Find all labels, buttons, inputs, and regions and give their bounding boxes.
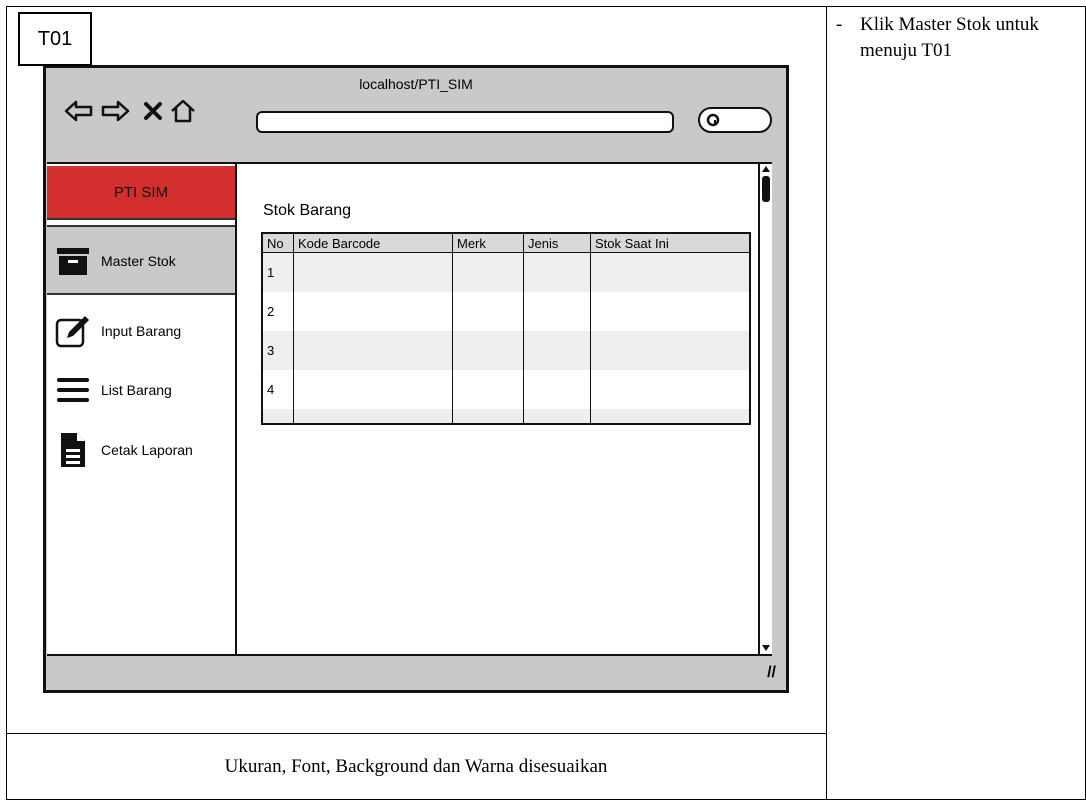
table-cell	[523, 370, 591, 409]
table-filler-row	[262, 409, 750, 424]
table-cell	[293, 370, 453, 409]
sidebar-item-cetak-laporan[interactable]: Cetak Laporan	[55, 428, 193, 472]
status-bar: //	[46, 658, 786, 690]
table-row[interactable]: 2	[262, 292, 750, 331]
table-row[interactable]: 4	[262, 370, 750, 409]
table-cell	[523, 252, 591, 292]
row-number: 4	[262, 370, 294, 409]
sidebar: PTI SIM Master Stok Input Barang List Ba…	[47, 164, 237, 654]
scroll-up-icon[interactable]	[761, 165, 771, 173]
row-number: 1	[262, 252, 294, 292]
sidebar-item-label: Input Barang	[101, 323, 182, 339]
column-header[interactable]: Merk	[452, 233, 524, 253]
vertical-scrollbar[interactable]	[758, 164, 772, 654]
column-header[interactable]: No	[262, 233, 294, 253]
column-header[interactable]: Stok Saat Ini	[590, 233, 750, 253]
screen-id-label: T01	[18, 12, 92, 66]
table-row[interactable]: 3	[262, 331, 750, 370]
column-header[interactable]: Kode Barcode	[293, 233, 453, 253]
sidebar-item-label: List Barang	[101, 382, 172, 398]
note-marker: -	[836, 14, 843, 35]
table-cell	[590, 331, 750, 370]
notes: - Klik Master Stok untuk menuju T01	[836, 12, 1076, 64]
sidebar-item-master-stok[interactable]: Master Stok	[55, 239, 176, 283]
archive-box-icon	[55, 243, 91, 279]
table-cell	[293, 331, 453, 370]
note-text: Klik Master Stok untuk menuju T01	[860, 14, 1039, 61]
row-number: 3	[262, 331, 294, 370]
stock-table: No Kode Barcode Merk Jenis Stok Saat Ini…	[261, 232, 751, 425]
search-icon	[706, 113, 720, 127]
table-cell	[591, 370, 751, 409]
sidebar-item-list-barang[interactable]: List Barang	[55, 368, 172, 412]
back-arrow-icon[interactable]	[64, 96, 94, 126]
window-title-url: localhost/PTI_SIM	[359, 76, 473, 92]
search-box[interactable]	[698, 107, 772, 133]
brand-header: PTI SIM	[47, 166, 235, 220]
home-icon[interactable]	[168, 96, 198, 126]
document-icon	[55, 432, 91, 468]
row-number: 2	[262, 292, 294, 331]
resize-handle-icon[interactable]: //	[767, 664, 776, 682]
table-cell	[452, 331, 524, 370]
scroll-thumb[interactable]	[762, 176, 770, 202]
edit-pencil-icon	[55, 313, 91, 349]
close-icon[interactable]	[138, 96, 168, 126]
caption: Ukuran, Font, Background dan Warna dises…	[224, 756, 608, 777]
address-bar[interactable]	[256, 111, 674, 133]
page-viewport: PTI SIM Master Stok Input Barang List Ba…	[47, 162, 772, 656]
sidebar-item-label: Master Stok	[101, 253, 176, 269]
table-cell	[590, 252, 750, 292]
browser-window: localhost/PTI_SIM PTI SIM Master Stok In…	[43, 65, 789, 693]
table-cell	[293, 292, 453, 331]
table-cell	[523, 292, 591, 331]
page-title: Stok Barang	[263, 202, 352, 219]
column-header[interactable]: Jenis	[523, 233, 591, 253]
table-cell	[452, 292, 524, 331]
scroll-down-icon[interactable]	[761, 644, 771, 652]
table-cell	[523, 331, 591, 370]
forward-arrow-icon[interactable]	[100, 96, 130, 126]
table-cell	[452, 370, 524, 409]
table-row[interactable]: 1	[262, 252, 750, 292]
notes-cell	[826, 6, 1086, 800]
table-cell	[591, 292, 751, 331]
list-icon	[55, 372, 91, 408]
table-cell	[293, 252, 453, 292]
table-cell	[452, 252, 524, 292]
sidebar-item-input-barang[interactable]: Input Barang	[55, 309, 181, 353]
sidebar-item-label: Cetak Laporan	[101, 442, 193, 458]
